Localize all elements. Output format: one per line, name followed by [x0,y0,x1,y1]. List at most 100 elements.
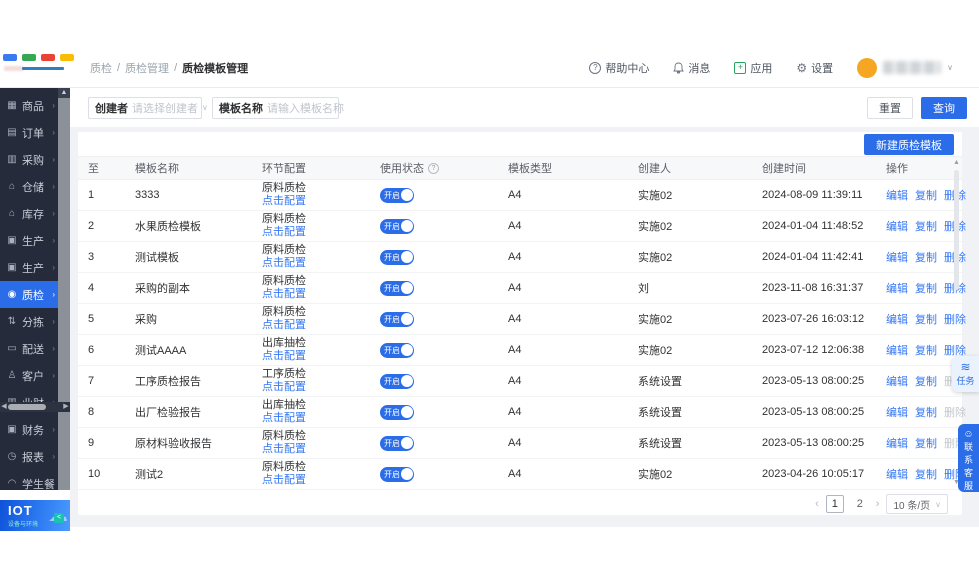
copy-link[interactable]: 复制 [915,404,937,420]
settings-button[interactable]: ⚙ 设置 [796,60,833,76]
search-button[interactable]: 查询 [921,97,967,119]
status-toggle[interactable]: 开启 [380,219,414,234]
sidebar-vertical-scrollbar[interactable]: ▲ [58,88,70,490]
creator-name: 实施02 [638,342,762,358]
info-circle-icon[interactable]: ? [428,163,439,174]
service-label-char: 服 [964,480,973,492]
breadcrumb-item[interactable]: 质检管理 [125,60,169,76]
pagination-prev-icon[interactable]: ‹ [815,498,819,510]
page-size-select[interactable]: 10 条/页 ∨ [886,494,948,514]
sidebar-item-products[interactable]: ▦商品› [0,92,58,119]
edit-link[interactable]: 编辑 [886,404,908,420]
configure-link[interactable]: 点击配置 [262,226,380,239]
edit-link[interactable]: 编辑 [886,311,908,327]
sidebar-item-student-meal[interactable]: ◠学生餐› [0,470,58,497]
sidebar-item-reports[interactable]: ◷报表› [0,443,58,470]
edit-link[interactable]: 编辑 [886,373,908,389]
status-toggle[interactable]: 开启 [380,250,414,265]
configure-link[interactable]: 点击配置 [262,412,380,425]
apps-button[interactable]: + 应用 [734,60,772,76]
copy-link[interactable]: 复制 [915,466,937,482]
edit-link[interactable]: 编辑 [886,218,908,234]
scroll-up-icon[interactable]: ▲ [58,88,70,98]
edit-link[interactable]: 编辑 [886,280,908,296]
status-toggle[interactable]: 开启 [380,436,414,451]
creator-name: 实施02 [638,249,762,265]
pagination-page-2[interactable]: 2 [851,495,869,513]
copy-link[interactable]: 复制 [915,218,937,234]
sidebar-horizontal-scrollbar[interactable]: ◀ ▶ [0,402,70,412]
configure-link[interactable]: 点击配置 [262,443,380,456]
apps-grid-icon: + [734,62,746,74]
configure-link[interactable]: 点击配置 [262,195,380,208]
new-template-button[interactable]: 新建质检模板 [864,134,954,155]
toggle-knob [401,468,413,480]
user-avatar[interactable] [857,58,877,78]
edit-link[interactable]: 编辑 [886,187,908,203]
user-menu[interactable]: ∨ [857,58,953,78]
configure-link[interactable]: 点击配置 [262,319,380,332]
stage-type: 原料质检 [262,244,380,257]
edit-link[interactable]: 编辑 [886,435,908,451]
gear-icon: ⚙ [796,61,807,75]
sidebar-item-production2[interactable]: ▣生产› [0,254,58,281]
configure-link[interactable]: 点击配置 [262,474,380,487]
contact-service-button[interactable]: ☺ 联系客服 [958,424,979,492]
copy-link[interactable]: 复制 [915,280,937,296]
breadcrumb-item[interactable]: 质检 [90,60,112,76]
status-toggle[interactable]: 开启 [380,281,414,296]
scroll-right-icon[interactable]: ▶ [62,402,70,412]
created-time: 2024-08-09 11:39:11 [762,189,886,201]
configure-link[interactable]: 点击配置 [262,257,380,270]
reset-button[interactable]: 重置 [867,97,913,119]
status-toggle[interactable]: 开启 [380,467,414,482]
copy-link[interactable]: 复制 [915,435,937,451]
creator-select[interactable]: 创建者 请选择创建者 ∨ [88,97,202,119]
pagination-next-icon[interactable]: › [876,498,880,510]
sidebar-item-finance[interactable]: ▣财务› [0,416,58,443]
copy-link[interactable]: 复制 [915,373,937,389]
messages-button[interactable]: 消息 [673,60,710,76]
configure-link[interactable]: 点击配置 [262,288,380,301]
copy-link[interactable]: 复制 [915,249,937,265]
template-name-input[interactable]: 模板名称 请输入模板名称 [212,97,339,119]
edit-link[interactable]: 编辑 [886,249,908,265]
configure-link[interactable]: 点击配置 [262,381,380,394]
configure-link[interactable]: 点击配置 [262,350,380,363]
pagination-page-1[interactable]: 1 [826,495,844,513]
status-toggle[interactable]: 开启 [380,374,414,389]
sidebar-item-warehouse[interactable]: ⌂仓储› [0,173,58,200]
chevron-right-icon: › [52,155,55,164]
copy-link[interactable]: 复制 [915,311,937,327]
scroll-up-icon[interactable]: ▲ [952,158,961,168]
scrollbar-thumb[interactable] [8,404,46,410]
template-type: A4 [508,437,638,449]
sidebar-item-orders[interactable]: ▤订单› [0,119,58,146]
sidebar-item-delivery[interactable]: ▭配送› [0,335,58,362]
created-time: 2023-11-08 16:31:37 [762,282,886,294]
column-header-index: 至 [88,160,135,176]
status-toggle[interactable]: 开启 [380,405,414,420]
scroll-left-icon[interactable]: ◀ [0,402,8,412]
iot-subtitle: 设备与环境 [8,519,38,528]
status-toggle[interactable]: 开启 [380,188,414,203]
copy-link[interactable]: 复制 [915,342,937,358]
status-toggle[interactable]: 开启 [380,343,414,358]
toggle-knob [401,437,413,449]
sidebar-item-inventory[interactable]: ⌂库存› [0,200,58,227]
help-center-button[interactable]: ? 帮助中心 [589,60,649,76]
sidebar-item-production[interactable]: ▣生产› [0,227,58,254]
sidebar-item-procurement[interactable]: ▥采购› [0,146,58,173]
student-meal-icon: ◠ [6,478,18,489]
sidebar-item-quality[interactable]: ◉质检› [0,281,58,308]
sidebar-item-customers[interactable]: ♙客户› [0,362,58,389]
scrollbar-thumb[interactable] [954,170,959,290]
copy-link[interactable]: 复制 [915,187,937,203]
edit-link[interactable]: 编辑 [886,466,908,482]
status-toggle[interactable]: 开启 [380,312,414,327]
iot-banner[interactable]: IOT 设备与环境 ☁ < [0,500,70,531]
logo-chip-red [41,54,55,61]
edit-link[interactable]: 编辑 [886,342,908,358]
task-panel-button[interactable]: ≋ 任务 [952,356,979,392]
sidebar-item-sorting[interactable]: ⇅分拣› [0,308,58,335]
